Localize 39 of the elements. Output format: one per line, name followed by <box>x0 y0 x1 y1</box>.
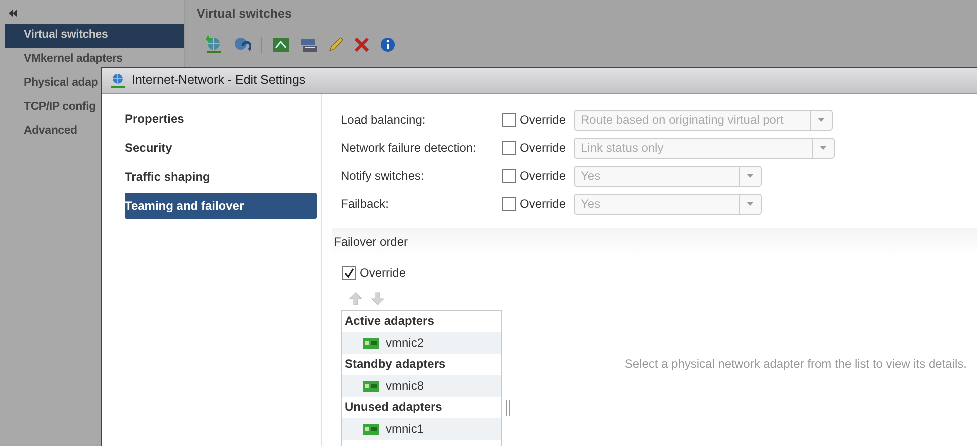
nic-icon <box>363 380 379 392</box>
sidebar-item[interactable]: Virtual switches <box>5 24 184 48</box>
info-icon[interactable] <box>380 36 396 53</box>
dialog-nav-item[interactable]: Properties <box>125 106 317 132</box>
override-label: Override <box>520 168 566 185</box>
collapse-icon[interactable] <box>9 10 17 18</box>
caret-icon <box>820 146 827 150</box>
group-heading: Unused adapters <box>344 399 444 416</box>
delete-icon[interactable] <box>354 36 370 53</box>
dialog-nav-item[interactable]: Teaming and failover <box>125 193 317 219</box>
group-heading: Standby adapters <box>344 356 447 373</box>
adapter-item[interactable]: vmnic8 <box>342 375 501 397</box>
nic-icon <box>363 338 379 348</box>
adapter-item[interactable]: vmnic2 <box>342 332 501 354</box>
setting-label: Notify switches: <box>341 168 426 185</box>
nic-icon <box>363 424 379 434</box>
override-label: Override <box>360 265 406 282</box>
caret-icon <box>818 118 825 122</box>
dialog-nav-item[interactable]: Traffic shaping <box>125 164 317 190</box>
override-label: Override <box>520 196 566 213</box>
caret-icon <box>747 174 754 178</box>
setting-label: Failback: <box>341 196 390 213</box>
adapter-item[interactable]: vmnic1 <box>342 418 501 440</box>
checkbox[interactable] <box>342 266 356 280</box>
group-heading: Active adapters <box>344 313 436 330</box>
hint-text: Select a physical network adapter from the list to view its details. <box>624 356 968 373</box>
setting-label: Network failure detection: <box>341 140 478 157</box>
caret-icon <box>747 202 754 206</box>
dialog-title: Internet-Network - Edit Settings <box>132 72 306 90</box>
network-icon <box>110 72 126 88</box>
section-title: Virtual switches <box>197 6 293 23</box>
dialog-nav-item[interactable]: Security <box>125 135 317 161</box>
edit-icon[interactable] <box>328 36 344 53</box>
setting-label: Load balancing: <box>341 112 427 129</box>
refresh-network-icon[interactable] <box>233 36 251 54</box>
override-label: Override <box>520 112 566 129</box>
splitter-icon[interactable] <box>506 400 511 416</box>
add-network-icon[interactable] <box>205 36 223 54</box>
override-label: Override <box>520 140 566 157</box>
